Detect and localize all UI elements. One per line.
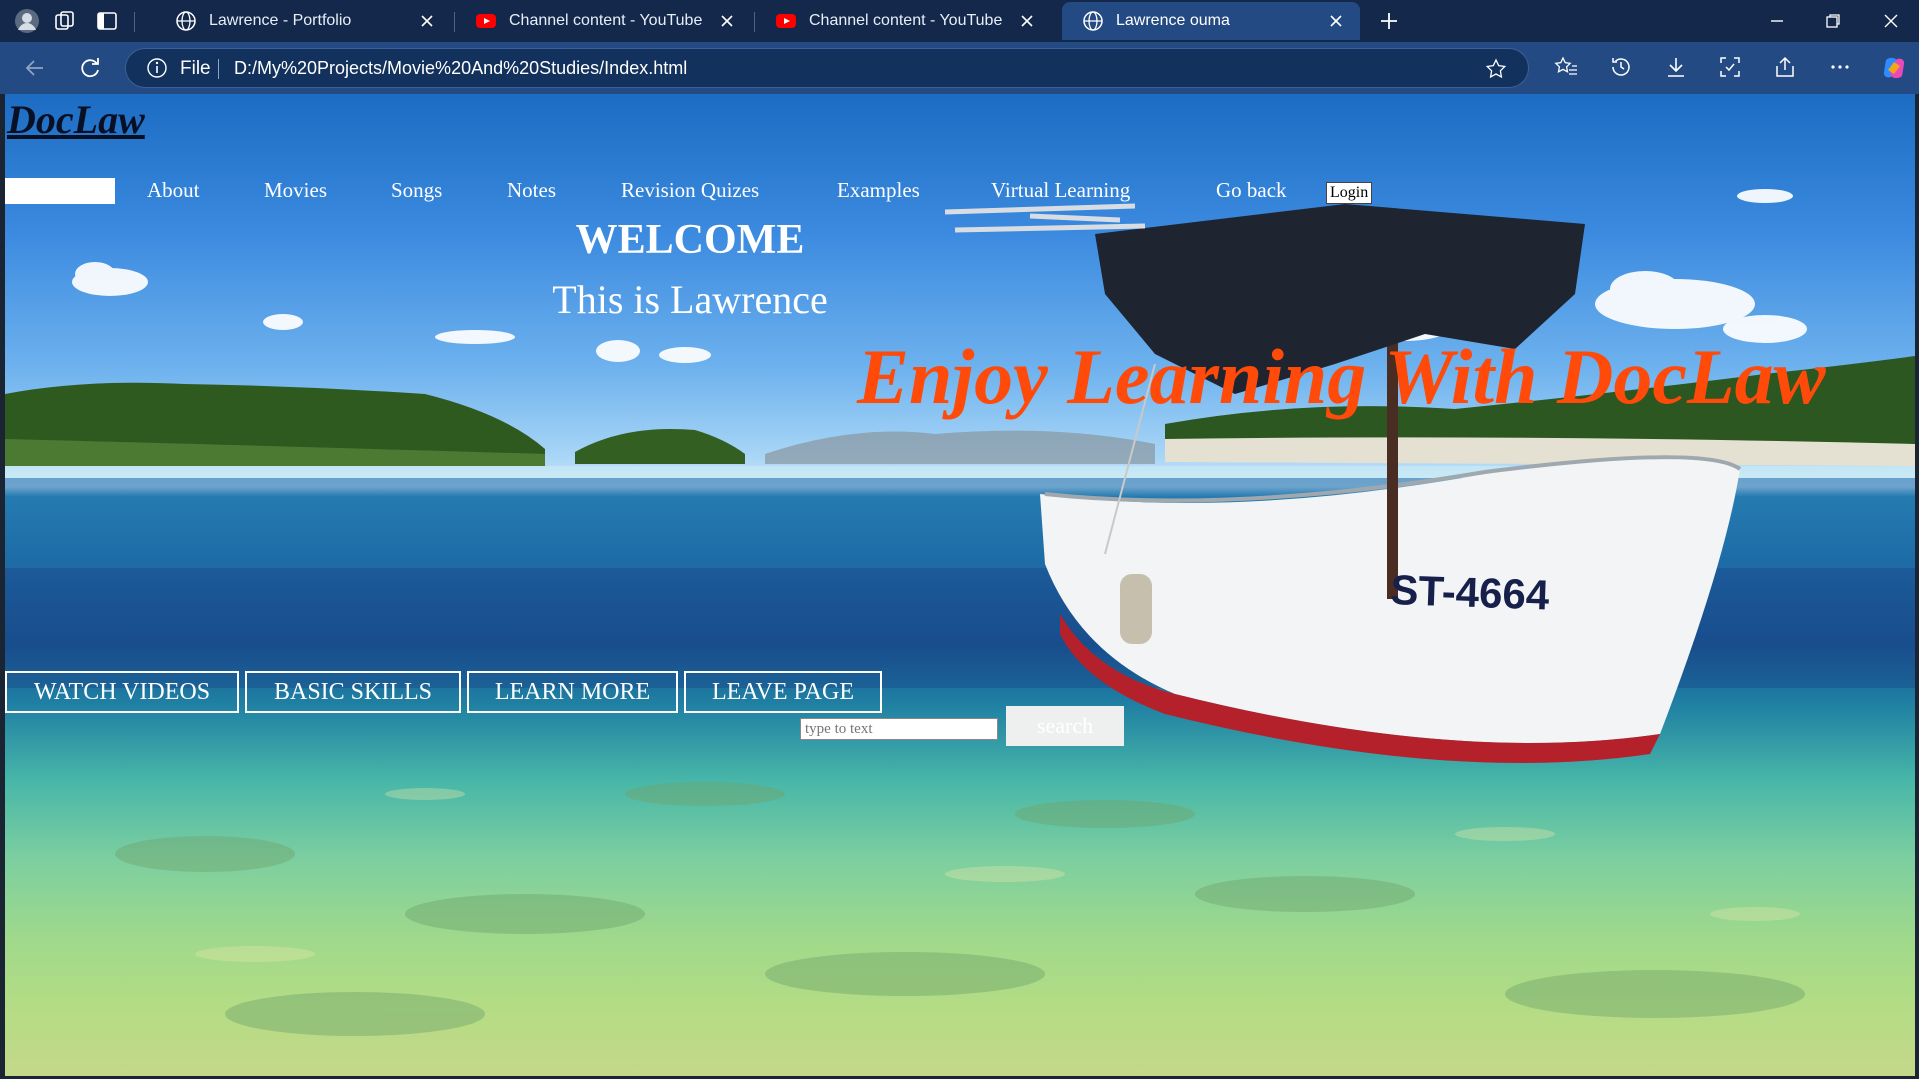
restore-icon[interactable] — [1821, 9, 1845, 33]
screenshot-icon[interactable] — [1717, 54, 1743, 80]
globe-icon — [1083, 11, 1103, 31]
scheme-label: File — [180, 58, 211, 79]
learn-more-button[interactable]: LEARN MORE — [467, 671, 678, 713]
close-tab-icon[interactable] — [717, 11, 737, 31]
nav-about[interactable]: About — [147, 178, 200, 203]
nav-revision-quizes[interactable]: Revision Quizes — [621, 178, 759, 203]
nav-movies[interactable]: Movies — [264, 178, 327, 203]
download-icon[interactable] — [1663, 54, 1689, 80]
workspaces-icon[interactable] — [52, 8, 78, 34]
tab-youtube-studio-2[interactable]: Channel content - YouTube Studio — [755, 2, 1051, 40]
web-page: ST-4664 DocLaw About Movies Songs Notes … — [5, 94, 1915, 1076]
nav-home-box[interactable] — [5, 178, 115, 204]
browser-tab-bar: Lawrence - Portfolio Channel content - Y… — [0, 0, 1919, 42]
youtube-icon — [476, 14, 496, 28]
favorite-star-icon[interactable] — [1484, 57, 1508, 81]
copilot-icon[interactable] — [1880, 54, 1908, 82]
history-icon[interactable] — [1608, 54, 1634, 80]
tab-lawrence-portfolio[interactable]: Lawrence - Portfolio — [155, 2, 451, 40]
tab-title: Channel content - YouTube Studio — [809, 12, 1007, 29]
tab-title: Channel content - YouTube Studio — [509, 12, 707, 29]
close-tab-icon[interactable] — [1017, 11, 1037, 31]
tab-title: Lawrence - Portfolio — [209, 12, 352, 29]
address-divider — [218, 59, 219, 79]
leave-page-button[interactable]: LEAVE PAGE — [684, 671, 882, 713]
nav-go-back[interactable]: Go back — [1216, 178, 1287, 203]
refresh-icon[interactable] — [77, 55, 103, 81]
more-menu-icon[interactable] — [1827, 54, 1853, 80]
tab-lawrence-ouma[interactable]: Lawrence ouma — [1062, 2, 1360, 40]
close-tab-icon[interactable] — [1326, 11, 1346, 31]
info-icon[interactable] — [146, 57, 168, 79]
watch-videos-button[interactable]: WATCH VIDEOS — [5, 671, 239, 713]
new-tab-icon[interactable] — [1376, 8, 1402, 34]
favorites-icon[interactable] — [1553, 54, 1579, 80]
tagline-heading: Enjoy Learning With DocLaw — [857, 333, 1826, 420]
boat-registration-label: ST-4664 — [1390, 566, 1551, 619]
tab-title: Lawrence ouma — [1116, 12, 1230, 29]
basic-skills-button[interactable]: BASIC SKILLS — [245, 671, 461, 713]
subtitle-heading: This is Lawrence — [552, 277, 828, 322]
youtube-icon — [776, 14, 796, 28]
vertical-tabs-icon[interactable] — [94, 8, 120, 34]
close-tab-icon[interactable] — [417, 11, 437, 31]
nav-songs[interactable]: Songs — [391, 178, 442, 203]
welcome-heading: WELCOME — [575, 217, 805, 263]
back-arrow-icon[interactable] — [22, 55, 48, 81]
nav-virtual-learning[interactable]: Virtual Learning — [991, 178, 1130, 203]
browser-toolbar: File D:/My%20Projects/Movie%20And%20Stud… — [0, 42, 1919, 94]
nav-notes[interactable]: Notes — [507, 178, 556, 203]
url-text[interactable]: D:/My%20Projects/Movie%20And%20Studies/I… — [234, 58, 687, 79]
profile-avatar-icon[interactable] — [14, 8, 40, 34]
close-window-icon[interactable] — [1879, 9, 1903, 33]
address-bar[interactable]: File D:/My%20Projects/Movie%20And%20Stud… — [125, 48, 1529, 88]
search-button[interactable]: search — [1006, 706, 1124, 746]
tab-separator — [134, 12, 135, 32]
globe-icon — [176, 11, 196, 31]
site-logo[interactable]: DocLaw — [7, 96, 145, 143]
share-icon[interactable] — [1772, 54, 1798, 80]
search-input[interactable] — [800, 718, 998, 740]
nav-examples[interactable]: Examples — [837, 178, 920, 203]
minimize-icon[interactable] — [1765, 9, 1789, 33]
tab-youtube-studio[interactable]: Channel content - YouTube Studio — [455, 2, 751, 40]
login-button[interactable]: Login — [1326, 182, 1373, 204]
